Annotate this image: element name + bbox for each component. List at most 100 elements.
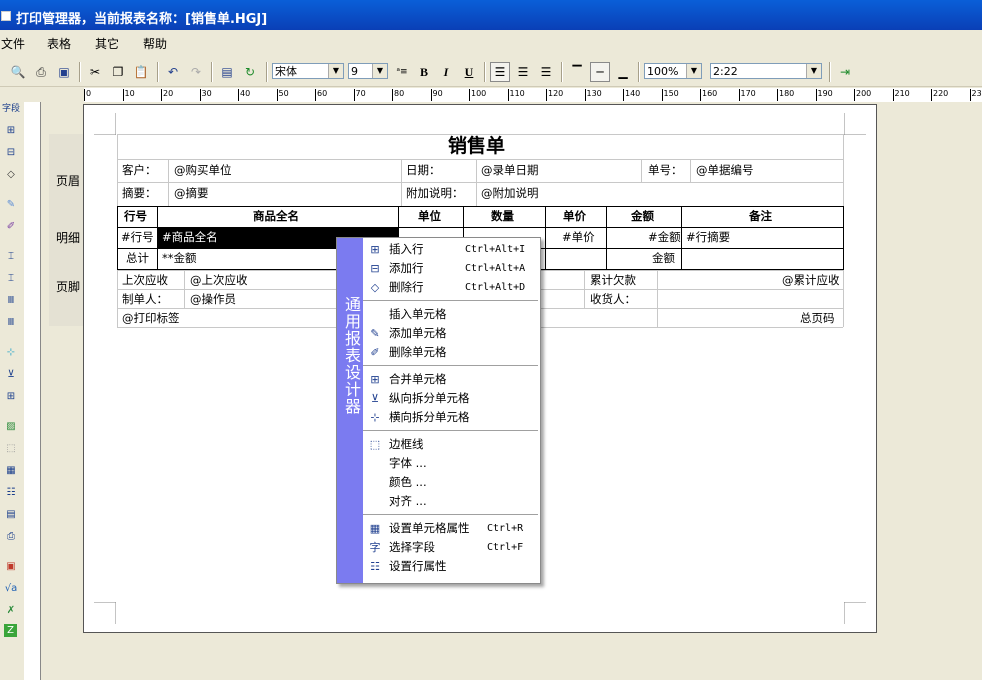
context-menu-item[interactable]: ⊟ 添加行 Ctrl+Alt+A xyxy=(363,259,540,278)
footer-label-last[interactable]: 上次应收 xyxy=(122,270,168,290)
context-menu-item[interactable]: 插入单元格 xyxy=(363,305,540,324)
border-top-icon[interactable]: ▔ xyxy=(567,62,587,82)
cell-value-customer[interactable]: @购买单位 xyxy=(174,160,232,180)
split-row-icon[interactable]: ⌶ xyxy=(2,270,20,288)
total-label[interactable]: 总计 xyxy=(126,248,149,268)
paste-icon[interactable]: 📋 xyxy=(131,62,151,82)
eraser-icon[interactable]: ◇ xyxy=(2,166,20,184)
image-icon[interactable]: ▨ xyxy=(2,418,20,436)
columns-icon[interactable]: Ⅲ xyxy=(2,292,20,310)
font-name-select[interactable]: 宋体 ▼ xyxy=(272,63,344,79)
border-middle-icon[interactable]: ─ xyxy=(590,62,610,82)
report-settings-icon[interactable]: ▤ xyxy=(2,506,20,524)
zoom-select[interactable]: 100% ▼ xyxy=(644,63,702,79)
total-name[interactable]: **金额 xyxy=(162,248,197,268)
column-header[interactable]: 行号 xyxy=(124,206,147,226)
cell-label-customer[interactable]: 客户： xyxy=(122,160,157,180)
column-header[interactable]: 数量 xyxy=(491,206,514,226)
column-header[interactable]: 商品全名 xyxy=(253,206,299,226)
column-header[interactable]: 备注 xyxy=(749,206,772,226)
context-menu-item[interactable]: 对齐 ... xyxy=(363,492,540,511)
context-menu-item[interactable]: ☷ 设置行属性 xyxy=(363,557,540,576)
menu-table[interactable]: 表格 xyxy=(47,35,71,52)
context-menu-item[interactable]: ▦ 设置单元格属性 Ctrl+R xyxy=(363,519,540,538)
underline-button[interactable]: U xyxy=(459,62,479,82)
footer-value-debt[interactable]: @累计应收 xyxy=(782,270,840,290)
align-right-icon[interactable]: ☰ xyxy=(536,62,556,82)
footer-value-operator[interactable]: @操作员 xyxy=(190,289,236,309)
detail-cell[interactable]: #行摘要 xyxy=(686,227,730,247)
context-menu-item[interactable]: ✎ 添加单元格 xyxy=(363,324,540,343)
context-menu-item[interactable]: ⊞ 合并单元格 xyxy=(363,370,540,389)
split-vertical-icon[interactable]: ⊻ xyxy=(2,366,20,384)
cell-label-summary[interactable]: 摘要： xyxy=(122,183,157,203)
page-setup-icon[interactable]: ▤ xyxy=(217,62,237,82)
context-menu-item[interactable]: ◇ 删除行 Ctrl+Alt+D xyxy=(363,278,540,297)
context-menu-item[interactable]: ⬚ 边框线 xyxy=(363,435,540,454)
footer-page-total[interactable]: 总页码 xyxy=(800,308,835,328)
split-horizontal-icon[interactable]: ⊹ xyxy=(2,344,20,362)
footer-label-debt[interactable]: 累计欠款 xyxy=(590,270,636,290)
context-menu-item[interactable]: ⊞ 插入行 Ctrl+Alt+I xyxy=(363,240,540,259)
detail-cell[interactable]: #行号 xyxy=(121,227,154,247)
detail-cell[interactable]: #金额 xyxy=(648,227,681,247)
align-center-icon[interactable]: ☰ xyxy=(513,62,533,82)
copy-icon[interactable]: ❐ xyxy=(108,62,128,82)
menu-other[interactable]: 其它 xyxy=(95,35,119,52)
context-menu-item[interactable]: 字体 ... xyxy=(363,454,540,473)
total-amount[interactable]: 金额 xyxy=(652,248,675,268)
insert-row-icon[interactable]: ⊞ xyxy=(2,122,20,140)
delete-cell-icon[interactable]: ✐ xyxy=(2,218,20,236)
footer-print-label[interactable]: @打印标签 xyxy=(122,308,180,328)
grid-icon[interactable]: Ⅲ xyxy=(2,314,20,332)
redo-icon[interactable]: ↷ xyxy=(186,62,206,82)
context-menu-item[interactable]: 颜色 ... xyxy=(363,473,540,492)
refresh-icon[interactable]: ↻ xyxy=(240,62,260,82)
add-row-icon[interactable]: ⊟ xyxy=(2,144,20,162)
italic-button[interactable]: I xyxy=(436,62,456,82)
exit-icon[interactable]: ⇥ xyxy=(835,62,855,82)
column-header[interactable]: 金额 xyxy=(631,206,654,226)
cell-value-date[interactable]: @录单日期 xyxy=(481,160,539,180)
cell-value-summary[interactable]: @摘要 xyxy=(174,183,209,203)
detail-cell[interactable]: #商品全名 xyxy=(162,227,218,247)
menu-file[interactable]: 文件 xyxy=(1,35,25,52)
detail-cell[interactable]: #单价 xyxy=(562,227,595,247)
border-icon[interactable]: ⬚ xyxy=(2,440,20,458)
line-spacing-icon[interactable]: ᵃ≡ xyxy=(392,62,412,82)
cell-properties-icon[interactable]: ▦ xyxy=(2,462,20,480)
bold-button[interactable]: B xyxy=(414,62,434,82)
row-properties-icon[interactable]: ☷ xyxy=(2,484,20,502)
preview-icon[interactable]: 🔍 xyxy=(8,62,28,82)
cell-label-note[interactable]: 附加说明： xyxy=(406,183,464,203)
align-left-icon[interactable]: ☰ xyxy=(490,62,510,82)
context-menu-item[interactable]: ✐ 删除单元格 xyxy=(363,343,540,362)
cell-label-date[interactable]: 日期： xyxy=(406,160,441,180)
merge-cells-icon[interactable]: ⊞ xyxy=(2,388,20,406)
footer-label-receiver[interactable]: 收货人： xyxy=(590,289,636,309)
footer-label-operator[interactable]: 制单人： xyxy=(122,289,168,309)
cell-value-number[interactable]: @单据编号 xyxy=(696,160,754,180)
report-title[interactable]: 销售单 xyxy=(448,134,505,159)
menu-help[interactable]: 帮助 xyxy=(143,35,167,52)
font-size-select[interactable]: 9 ▼ xyxy=(348,63,388,79)
cell-label-number[interactable]: 单号： xyxy=(648,160,683,180)
context-menu-item[interactable]: 字选择字段 Ctrl+F xyxy=(363,538,540,557)
column-header[interactable]: 单位 xyxy=(418,206,441,226)
print-icon[interactable]: ⎙ xyxy=(31,62,51,82)
page-select[interactable]: 2:22 ▼ xyxy=(710,63,822,79)
border-bottom-icon[interactable]: ▁ xyxy=(613,62,633,82)
footer-value-last[interactable]: @上次应收 xyxy=(190,270,248,290)
help-icon[interactable]: Z xyxy=(4,624,17,637)
cut-icon[interactable]: ✂ xyxy=(85,62,105,82)
formula-icon[interactable]: √a xyxy=(2,580,20,598)
split-icon[interactable]: ⌶ xyxy=(2,248,20,266)
tools-icon[interactable]: ✗ xyxy=(2,602,20,620)
save-icon[interactable]: ▣ xyxy=(54,62,74,82)
cell-value-note[interactable]: @附加说明 xyxy=(481,183,539,203)
context-menu-item[interactable]: ⊻ 纵向拆分单元格 xyxy=(363,389,540,408)
export-icon[interactable]: ▣ xyxy=(2,558,20,576)
context-menu-item[interactable]: ⊹ 横向拆分单元格 xyxy=(363,408,540,427)
select-field-icon[interactable]: 字段 xyxy=(2,100,20,118)
add-cell-icon[interactable]: ✎ xyxy=(2,196,20,214)
